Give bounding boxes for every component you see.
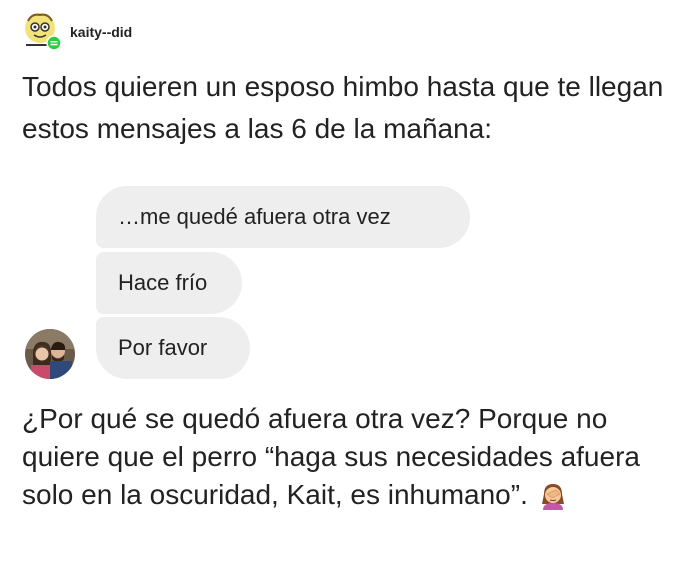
user-avatar-icon[interactable] xyxy=(22,11,62,51)
post-header: kaity--did xyxy=(22,10,132,52)
face-palm-emoji-icon xyxy=(538,480,568,520)
username[interactable]: kaity--did xyxy=(70,24,132,40)
post-outro-text: ¿Por qué se quedó afuera otra vez? Porqu… xyxy=(22,400,692,520)
message-bubble: Por favor xyxy=(96,317,250,379)
message-bubble: Hace frío xyxy=(96,252,242,314)
green-badge-icon xyxy=(46,35,62,51)
contact-avatar xyxy=(25,329,75,379)
message-bubble: …me quedé afuera otra vez xyxy=(96,186,470,248)
post-intro-text: Todos quieren un esposo himbo hasta que … xyxy=(22,71,664,144)
